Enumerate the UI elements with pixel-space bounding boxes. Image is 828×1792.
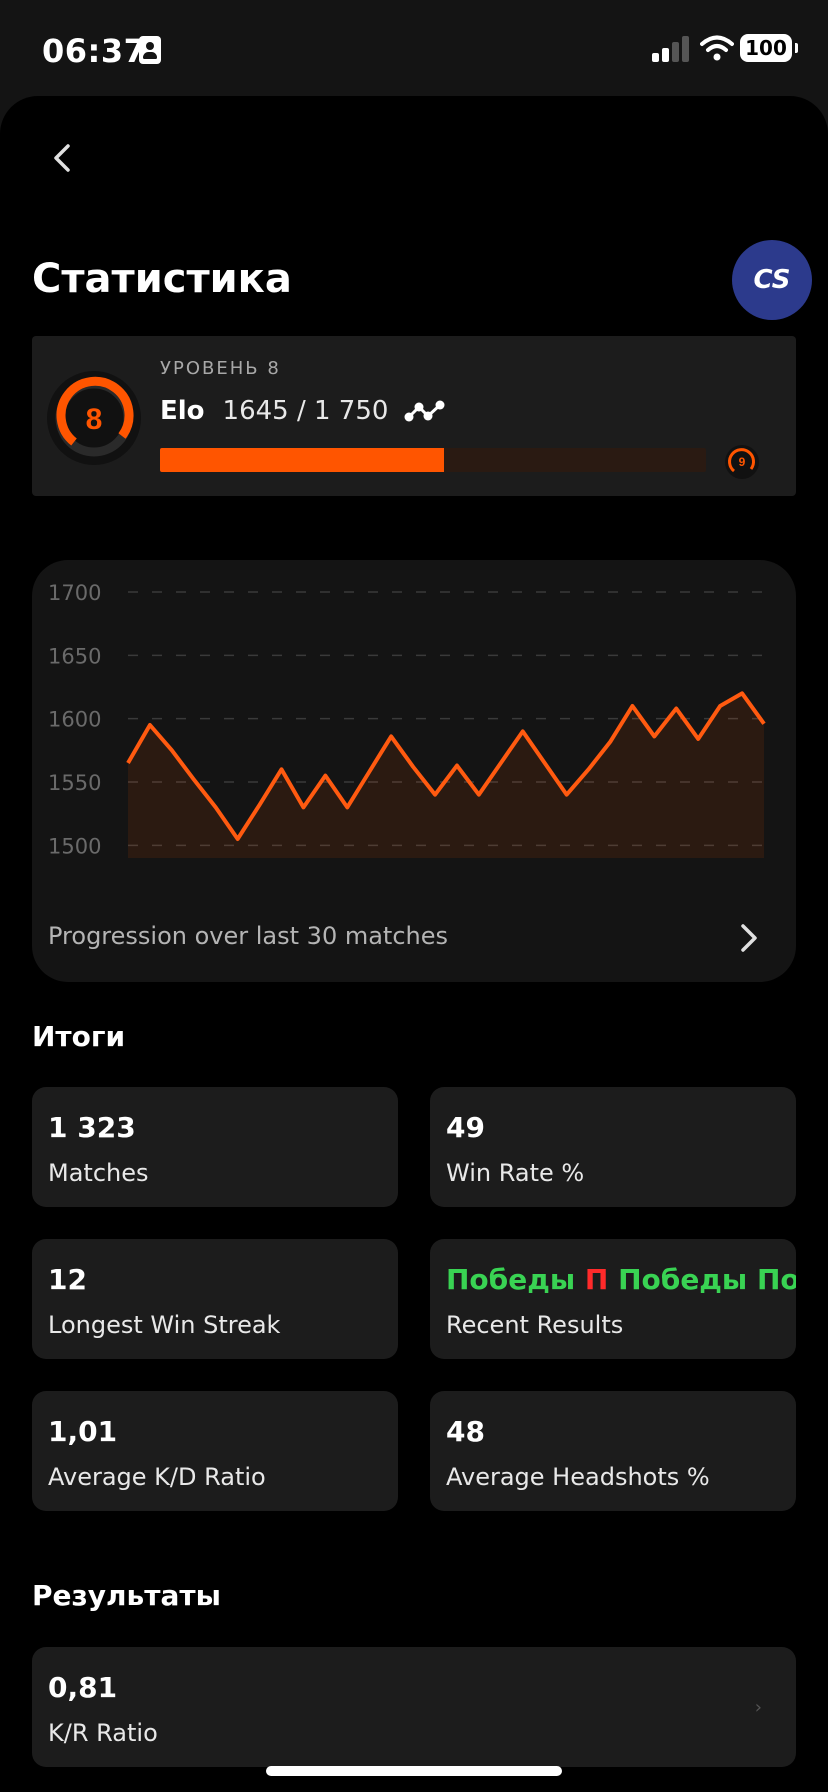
stat-label: Average K/D Ratio <box>48 1463 266 1491</box>
stat-label: Win Rate % <box>446 1159 585 1187</box>
stat-card-kd-ratio[interactable]: 1,01 Average K/D Ratio <box>32 1391 398 1511</box>
contact-card-icon <box>139 36 161 64</box>
stat-label: K/R Ratio <box>48 1719 158 1747</box>
next-level-icon: 9 <box>725 445 759 479</box>
stat-value: 12 <box>48 1263 87 1296</box>
status-time: 06:37 <box>42 32 147 70</box>
trend-icon[interactable] <box>404 399 446 423</box>
result-win: Поб <box>757 1263 796 1296</box>
stat-card-win-rate[interactable]: 49 Win Rate % <box>430 1087 796 1207</box>
stat-card-matches[interactable]: 1 323 Matches <box>32 1087 398 1207</box>
level-card: 8 УРОВЕНЬ 8 Elo 1645 / 1 750 9 <box>32 336 796 496</box>
level-caption: УРОВЕНЬ 8 <box>160 358 281 379</box>
y-tick-label: 1700 <box>48 581 101 605</box>
stat-label: Recent Results <box>446 1311 624 1339</box>
stat-card-recent-results[interactable]: Победы П Победы Поб Recent Results <box>430 1239 796 1359</box>
result-win: Победы <box>618 1263 748 1296</box>
stat-label: Matches <box>48 1159 149 1187</box>
cellular-signal-icon <box>652 36 690 62</box>
result-win: Победы <box>446 1263 576 1296</box>
elo-row: Elo 1645 / 1 750 <box>160 396 446 426</box>
stat-label: Average Headshots % <box>446 1463 710 1491</box>
result-loss: П <box>584 1263 609 1296</box>
recent-results-row: Победы П Победы Поб <box>446 1263 796 1296</box>
y-tick-label: 1600 <box>48 708 101 732</box>
y-tick-label: 1500 <box>48 834 101 858</box>
battery-indicator: 100 <box>740 34 798 62</box>
chevron-left-icon <box>54 144 70 172</box>
stat-value: 0,81 <box>48 1671 118 1704</box>
elo-value: 1645 / 1 750 <box>222 396 389 426</box>
next-level-number: 9 <box>739 455 746 469</box>
y-tick-label: 1650 <box>48 644 101 668</box>
stat-value: 1 323 <box>48 1111 136 1144</box>
stat-card-headshots[interactable]: 48 Average Headshots % <box>430 1391 796 1511</box>
chevron-right-icon <box>741 924 757 952</box>
elo-progress-fill <box>160 448 444 472</box>
stat-label: Longest Win Streak <box>48 1311 281 1339</box>
back-button[interactable] <box>40 136 84 180</box>
cs-logo: CS <box>753 265 791 295</box>
elo-label: Elo <box>160 396 205 426</box>
wifi-icon <box>700 35 734 61</box>
page-title: Статистика <box>32 256 292 302</box>
level-number: 8 <box>86 403 103 436</box>
elo-chart: 1700 1650 1600 1550 1500 <box>48 581 772 858</box>
summary-section-title: Итоги <box>32 1020 126 1053</box>
stat-value: 49 <box>446 1111 485 1144</box>
home-indicator <box>266 1766 562 1776</box>
results-section-title: Результаты <box>32 1579 221 1612</box>
status-bar: 06:37 100 <box>0 0 828 96</box>
stat-card-kr-ratio[interactable]: 0,81 K/R Ratio › <box>32 1647 796 1767</box>
elo-chart-card[interactable]: 1700 1650 1600 1550 1500 Progression over la… <box>32 560 796 982</box>
stat-card-longest-win-streak[interactable]: 12 Longest Win Streak <box>32 1239 398 1359</box>
cs-game-badge[interactable]: CS <box>732 240 812 320</box>
elo-progress-bar <box>160 448 706 472</box>
y-tick-label: 1550 <box>48 771 101 795</box>
stat-value: 1,01 <box>48 1415 118 1448</box>
chevron-right-icon: › <box>754 1697 762 1718</box>
chart-caption: Progression over last 30 matches <box>48 922 449 950</box>
stat-value: 48 <box>446 1415 485 1448</box>
level-gauge-icon: 8 <box>47 371 141 465</box>
